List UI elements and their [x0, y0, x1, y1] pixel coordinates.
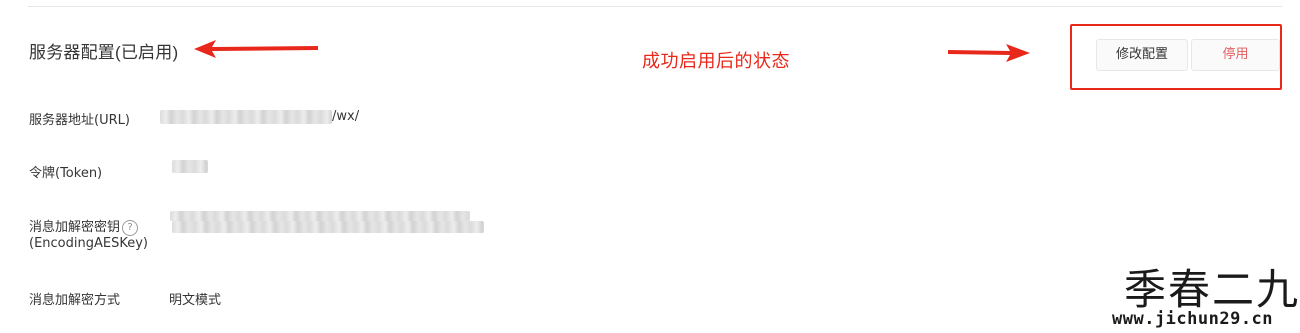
watermark-url: www.jichun29.cn — [1112, 309, 1274, 329]
annotation-arrow-left — [194, 40, 318, 58]
section-title: 服务器配置(已启用) — [29, 43, 179, 62]
aes-key-label-line2: (EncodingAESKey) — [29, 236, 148, 251]
annotation-arrow-right — [948, 44, 1030, 62]
aes-key-label: 消息加解密密钥? — [29, 216, 139, 236]
watermark-brand: 季春二九 — [1124, 265, 1300, 314]
encrypt-mode-value: 明文模式 — [169, 293, 222, 308]
top-divider — [28, 6, 1282, 7]
server-url-redacted — [160, 110, 332, 124]
aes-key-label-line1: 消息加解密密钥 — [29, 220, 121, 235]
encrypt-mode-label: 消息加解密方式 — [29, 293, 121, 308]
token-redacted — [172, 160, 208, 173]
server-url-label: 服务器地址(URL) — [29, 113, 130, 128]
edit-config-button[interactable]: 修改配置 — [1096, 39, 1188, 71]
server-url-suffix: /wx/ — [332, 109, 360, 124]
aes-key-redacted — [172, 221, 484, 233]
disable-button[interactable]: 停用 — [1191, 39, 1280, 71]
aes-key-redacted-top — [170, 211, 470, 221]
help-icon[interactable]: ? — [122, 219, 139, 236]
annotation-text: 成功启用后的状态 — [642, 51, 790, 71]
token-label: 令牌(Token) — [29, 166, 103, 181]
